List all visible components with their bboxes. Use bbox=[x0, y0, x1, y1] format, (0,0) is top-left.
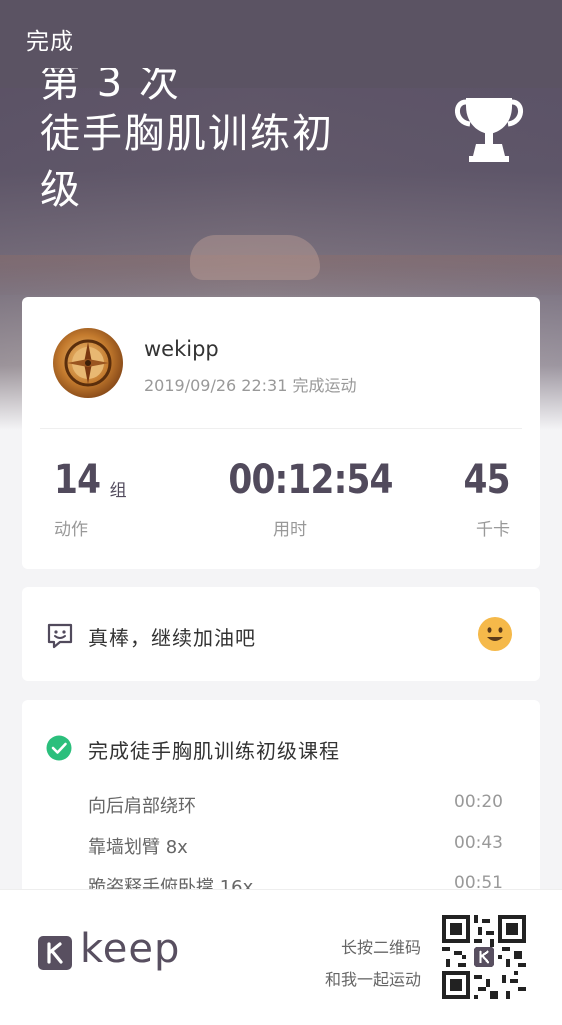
keep-logo-text: keep bbox=[80, 926, 181, 972]
workout-share-page: 完成 第 3 次 徒手胸肌训练初级 wekipp 2019/09/26 22:3… bbox=[0, 0, 562, 1025]
check-circle-icon bbox=[46, 735, 72, 761]
keep-logo-icon bbox=[38, 936, 72, 970]
exercise-row: 靠墙划臂 8x 00:43 bbox=[88, 833, 503, 858]
trophy-icon bbox=[455, 98, 523, 162]
done-button[interactable]: 完成 bbox=[26, 22, 74, 56]
qr-hint-line1: 长按二维码 bbox=[340, 938, 421, 957]
divider bbox=[40, 428, 522, 429]
sets-unit: 组 bbox=[109, 481, 127, 501]
qr-code-icon[interactable] bbox=[442, 915, 526, 999]
workout-title: 徒手胸肌训练初级 bbox=[40, 111, 334, 213]
hero-title-block: 第 3 次 徒手胸肌训练初级 bbox=[40, 68, 370, 218]
avatar[interactable] bbox=[53, 328, 123, 398]
chat-smile-icon bbox=[47, 623, 73, 649]
summary-card: wekipp 2019/09/26 22:31 完成运动 14 组 动作 00:1… bbox=[22, 297, 540, 569]
compass-image bbox=[64, 339, 112, 387]
exercise-name: 靠墙划臂 8x bbox=[88, 837, 188, 858]
encouragement-card: 真棒，继续加油吧 bbox=[22, 587, 540, 681]
username: wekipp bbox=[144, 337, 219, 361]
stat-calories: 45 千卡 bbox=[456, 457, 511, 540]
sets-label: 动作 bbox=[54, 520, 88, 540]
qr-hint-line2: 和我一起运动 bbox=[324, 970, 421, 989]
stat-duration: 00:12:54 用时 bbox=[215, 457, 393, 540]
calories-label: 千卡 bbox=[476, 520, 510, 540]
qr-hint: 长按二维码 和我一起运动 bbox=[325, 932, 421, 996]
share-footer: keep 长按二维码 和我一起运动 bbox=[0, 889, 562, 1025]
sets-value: 14 bbox=[54, 457, 101, 503]
exercise-row: 向后肩部绕环 00:20 bbox=[88, 792, 503, 817]
course-title: 完成徒手胸肌训练初级课程 bbox=[88, 739, 340, 763]
smile-emoji-icon bbox=[478, 617, 512, 651]
duration-value: 00:12:54 bbox=[228, 457, 393, 503]
hero-hand bbox=[190, 235, 320, 280]
duration-label: 用时 bbox=[273, 520, 307, 540]
calories-value: 45 bbox=[463, 457, 511, 503]
stat-sets: 14 组 动作 bbox=[54, 457, 127, 540]
exercise-time: 00:20 bbox=[454, 792, 503, 812]
encouragement-text: 真棒，继续加油吧 bbox=[88, 626, 256, 650]
completion-timestamp: 2019/09/26 22:31 完成运动 bbox=[144, 376, 357, 395]
exercise-name: 向后肩部绕环 bbox=[88, 796, 196, 817]
exercise-time: 00:43 bbox=[454, 833, 503, 853]
workout-count: 第 3 次 bbox=[40, 68, 181, 106]
